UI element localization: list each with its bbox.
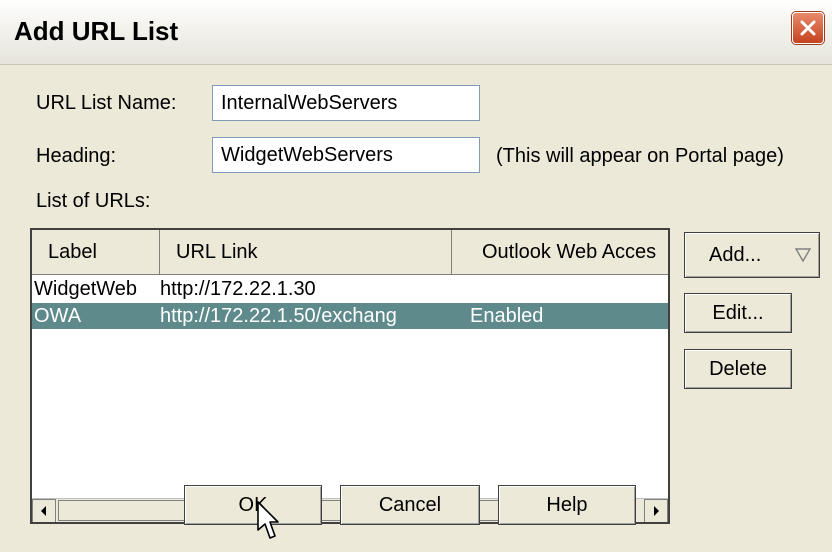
table-row-selected[interactable]: OWA http://172.22.1.50/exchang Enabled — [32, 303, 668, 329]
row-label-cell: WidgetWeb — [34, 278, 138, 300]
row-owa-cell: Enabled — [470, 305, 544, 327]
table-header: Label URL Link Outlook Web Acces — [32, 230, 668, 275]
triangle-down-icon — [795, 248, 811, 262]
close-button[interactable] — [792, 12, 824, 44]
column-header-outlook-web-access[interactable]: Outlook Web Acces — [452, 230, 668, 274]
window-title: Add URL List — [14, 16, 179, 46]
table-row[interactable]: WidgetWeb http://172.22.1.30 — [32, 276, 668, 302]
heading-input[interactable]: WidgetWebServers — [212, 137, 480, 173]
url-table[interactable]: Label URL Link Outlook Web Acces WidgetW… — [30, 228, 670, 524]
close-icon — [800, 20, 816, 36]
delete-button[interactable]: Delete — [684, 349, 792, 389]
row-label-cell: OWA — [34, 305, 82, 327]
heading-note: (This will appear on Portal page) — [496, 145, 784, 167]
add-button[interactable]: Add... — [684, 232, 820, 278]
add-url-list-dialog: Add URL List URL List Name: InternalWebS… — [0, 0, 832, 552]
arrow-left-icon — [41, 506, 46, 516]
dialog-content: URL List Name: InternalWebServers Headin… — [0, 65, 832, 552]
column-header-label[interactable]: Label — [32, 230, 160, 274]
row-owa-cell — [470, 276, 666, 302]
cancel-button[interactable]: Cancel — [340, 485, 480, 525]
url-list-name-input[interactable]: InternalWebServers — [212, 85, 480, 121]
list-of-urls-label: List of URLs: — [36, 190, 151, 212]
mouse-pointer-icon — [257, 501, 279, 539]
scroll-right-button[interactable] — [644, 499, 668, 522]
row-url-cell: http://172.22.1.30 — [160, 278, 316, 300]
add-button-label: Add... — [709, 244, 762, 266]
arrow-right-icon — [654, 506, 659, 516]
edit-button[interactable]: Edit... — [684, 293, 792, 333]
scroll-left-button[interactable] — [32, 499, 56, 522]
heading-label: Heading: — [36, 145, 117, 167]
title-bar: Add URL List — [0, 0, 832, 65]
ok-button[interactable]: OK — [184, 485, 322, 525]
column-header-url-link[interactable]: URL Link — [160, 230, 452, 274]
url-list-name-label: URL List Name: — [36, 92, 177, 114]
row-url-cell: http://172.22.1.50/exchang — [160, 305, 397, 327]
help-button[interactable]: Help — [498, 485, 636, 525]
